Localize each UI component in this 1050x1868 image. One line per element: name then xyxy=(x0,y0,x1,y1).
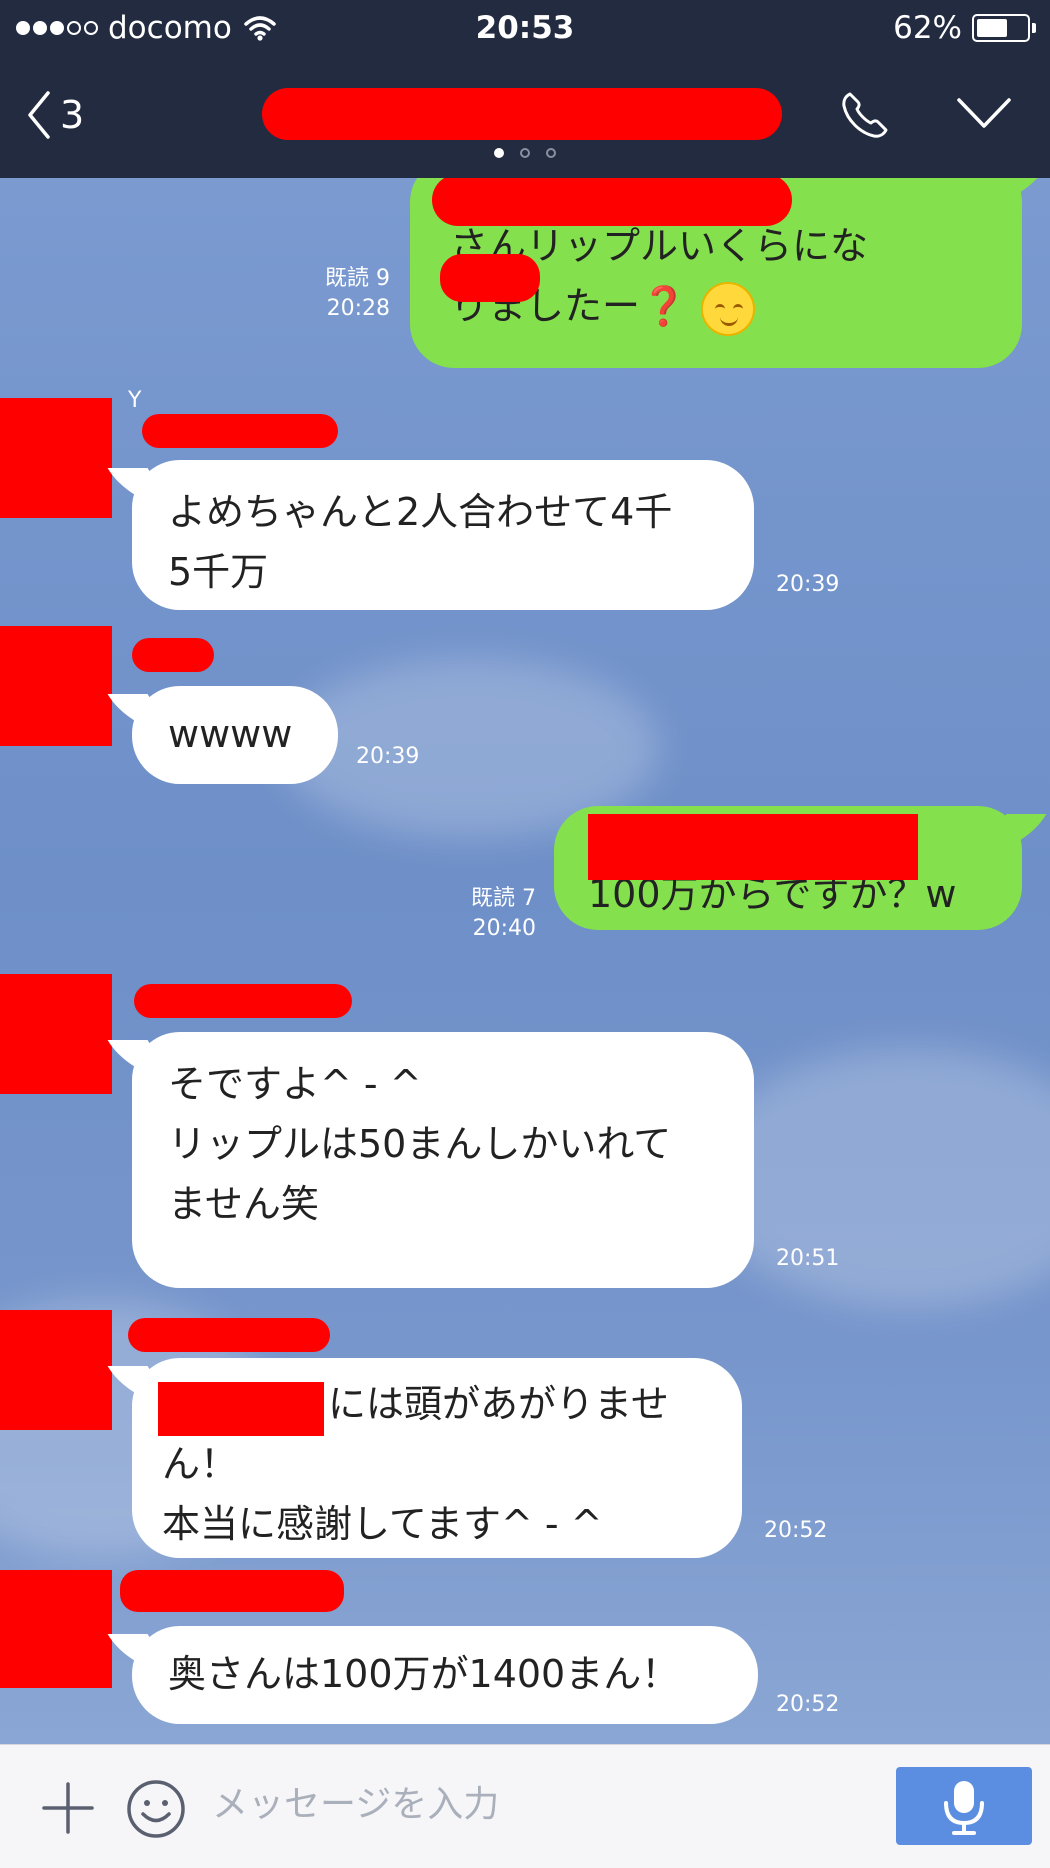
message-bubble-incoming[interactable]: よめちゃんと2人合わせて4千 5千万 xyxy=(107,460,754,610)
message-time: 20:39 xyxy=(776,572,840,597)
read-receipt: 既読 7 xyxy=(471,886,536,911)
message-time: 20:51 xyxy=(776,1246,840,1271)
avatar[interactable] xyxy=(0,974,112,1094)
page-dot xyxy=(520,148,530,158)
chevron-down-icon xyxy=(957,98,1011,128)
message-text: よめちゃんと2人合わせて4千 5千万 xyxy=(168,490,673,594)
message-bubble-incoming[interactable]: wwww xyxy=(107,686,338,784)
chat-title-redacted xyxy=(262,88,782,140)
page-indicator xyxy=(0,148,1050,158)
chat-area[interactable]: 既読 9 20:28 さんリップルいくらにな りましたー❓ Y よめちゃんと2人… xyxy=(0,178,1050,1744)
smiling-emoji-icon xyxy=(701,281,756,336)
voice-message-button[interactable] xyxy=(896,1767,1032,1845)
emoji-icon xyxy=(127,1780,185,1838)
plus-icon xyxy=(42,1782,94,1834)
chat-header: 3 xyxy=(0,60,1050,178)
message-time: 20:39 xyxy=(356,744,420,769)
status-bar: docomo 20:53 62% xyxy=(0,0,1050,60)
message-time: 20:28 xyxy=(326,296,390,321)
message-input-bar xyxy=(0,1744,1050,1868)
sender-name-redacted xyxy=(120,1570,344,1612)
unread-count: 3 xyxy=(60,93,85,137)
microphone-icon xyxy=(944,1781,984,1835)
battery-status: 62% xyxy=(893,10,1036,46)
call-button[interactable] xyxy=(838,90,890,146)
message-input[interactable] xyxy=(210,1773,894,1835)
emoji-button[interactable] xyxy=(126,1779,186,1843)
redaction xyxy=(158,1382,324,1436)
read-receipt: 既読 9 xyxy=(325,266,390,291)
page-dot xyxy=(546,148,556,158)
sender-name-redacted xyxy=(132,638,214,672)
message-time: 20:52 xyxy=(764,1518,828,1543)
message-text: wwww xyxy=(168,712,293,756)
message-time: 20:40 xyxy=(472,916,536,941)
sender-initial: Y xyxy=(128,388,142,413)
back-chevron-icon xyxy=(28,91,50,139)
page-dot xyxy=(494,148,504,158)
sender-name-redacted xyxy=(142,414,338,448)
battery-percent: 62% xyxy=(893,10,962,46)
message-meta: 既読 7 20:40 xyxy=(440,884,536,944)
battery-fill xyxy=(977,19,1007,37)
message-bubble-incoming[interactable]: 奥さんは100万が1400まん！ xyxy=(107,1626,758,1724)
message-bubble-incoming[interactable]: そですよ^ - ^ リップルは50まんしかいれて ません笑 xyxy=(107,1032,754,1288)
sender-name-redacted xyxy=(134,984,352,1018)
sender-name-redacted xyxy=(128,1318,330,1352)
add-attachment-button[interactable] xyxy=(40,1780,96,1840)
redaction xyxy=(588,814,918,880)
menu-button[interactable] xyxy=(956,96,1012,134)
message-meta: 既読 9 20:28 xyxy=(290,264,390,324)
redaction xyxy=(432,178,792,226)
message-text: そですよ^ - ^ リップルは50まんしかいれて ません笑 xyxy=(168,1062,672,1226)
back-button[interactable]: 3 xyxy=(26,90,84,140)
redaction xyxy=(440,254,540,302)
phone-icon xyxy=(842,92,888,138)
avatar[interactable] xyxy=(0,398,112,518)
avatar[interactable] xyxy=(0,1570,112,1688)
avatar[interactable] xyxy=(0,1310,112,1430)
question-icon: ❓ xyxy=(640,284,688,328)
battery-icon xyxy=(972,14,1036,42)
message-text: 奥さんは100万が1400まん！ xyxy=(168,1652,680,1696)
message-time: 20:52 xyxy=(776,1692,840,1717)
avatar[interactable] xyxy=(0,626,112,746)
